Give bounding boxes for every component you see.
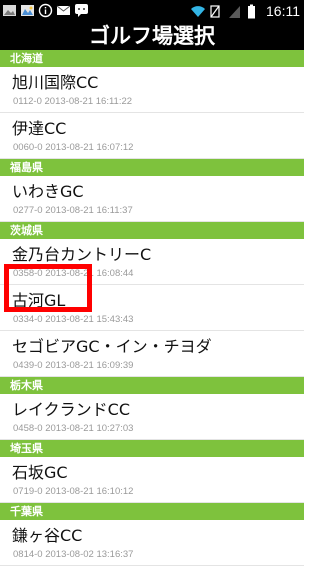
course-name: いわきGC [12, 182, 84, 201]
course-name: レイクランドCC [12, 400, 131, 419]
course-name: 金乃台カントリーC [12, 245, 152, 264]
image-icon [2, 3, 17, 18]
course-item[interactable]: 鎌ヶ谷CC 0814-0 2013-08-02 13:16:37 [0, 520, 304, 566]
section-header-ibaraki: 茨城県 [0, 222, 304, 239]
course-meta: 0112-0 2013-08-21 16:11:22 [13, 96, 133, 107]
wifi-icon [190, 4, 205, 19]
course-meta: 0060-0 2013-08-21 16:07:12 [13, 142, 134, 153]
course-item[interactable]: 伊達CC 0060-0 2013-08-21 16:07:12 [0, 113, 304, 159]
page-title: ゴルフ場選択 [89, 24, 215, 48]
section-header-hokkaido: 北海道 [0, 50, 304, 67]
course-name: 石坂GC [12, 463, 68, 482]
course-name: 古河GL [12, 291, 66, 310]
course-name: 旭川国際CC [12, 73, 99, 92]
signal-icon [228, 4, 243, 19]
course-item[interactable]: 石坂GC 0719-0 2013-08-21 16:10:12 [0, 457, 304, 503]
course-meta: 0277-0 2013-08-21 16:11:37 [13, 205, 133, 216]
notification-icons [2, 3, 89, 18]
course-item[interactable]: 金乃台カントリーC 0358-0 2013-08-21 16:08:44 [0, 239, 304, 285]
title-bar: ゴルフ場選択 [0, 22, 304, 50]
golf-course-list[interactable]: 北海道 旭川国際CC 0112-0 2013-08-21 16:11:22 伊達… [0, 50, 304, 566]
course-meta: 0334-0 2013-08-21 15:43:43 [13, 314, 134, 325]
course-meta: 0458-0 2013-08-21 10:27:03 [13, 423, 134, 434]
course-name: 鎌ヶ谷CC [12, 526, 83, 545]
message-icon [74, 3, 89, 18]
course-meta: 0814-0 2013-08-02 13:16:37 [13, 549, 134, 560]
course-meta: 0439-0 2013-08-21 16:09:39 [13, 360, 134, 371]
course-item[interactable]: セゴビアGC・イン・チヨダ 0439-0 2013-08-21 16:09:39 [0, 331, 304, 377]
battery-icon [247, 4, 262, 19]
system-indicators: 16:11 [190, 2, 300, 20]
course-item[interactable]: いわきGC 0277-0 2013-08-21 16:11:37 [0, 176, 304, 222]
info-icon [38, 3, 53, 18]
section-header-tochigi: 栃木県 [0, 377, 304, 394]
course-meta: 0358-0 2013-08-21 16:08:44 [13, 268, 134, 279]
course-item[interactable]: 旭川国際CC 0112-0 2013-08-21 16:11:22 [0, 67, 304, 113]
section-header-saitama: 埼玉県 [0, 440, 304, 457]
course-item[interactable]: レイクランドCC 0458-0 2013-08-21 10:27:03 [0, 394, 304, 440]
section-header-chiba: 千葉県 [0, 503, 304, 520]
course-item-selected[interactable]: 古河GL 0334-0 2013-08-21 15:43:43 [0, 285, 304, 331]
course-name: 伊達CC [12, 119, 67, 138]
section-header-fukushima: 福島県 [0, 159, 304, 176]
status-bar: 16:11 [0, 0, 304, 22]
clock: 16:11 [266, 3, 300, 19]
mail-icon [56, 3, 71, 18]
no-sim-icon [209, 4, 224, 19]
course-name: セゴビアGC・イン・チヨダ [12, 337, 212, 356]
gallery-icon [20, 3, 35, 18]
course-meta: 0719-0 2013-08-21 16:10:12 [13, 486, 134, 497]
